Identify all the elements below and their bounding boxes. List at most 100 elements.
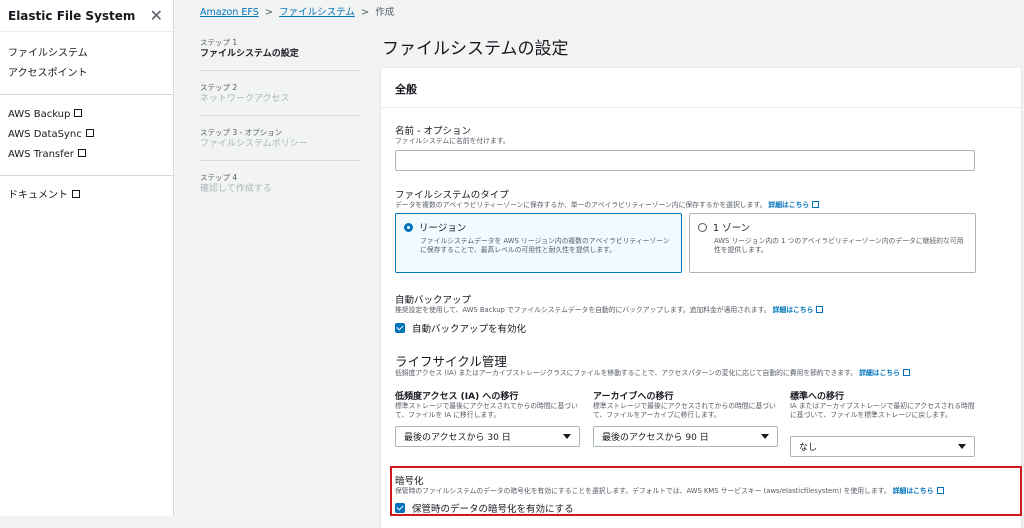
transition-standard-label: 標準への移行 (790, 392, 845, 402)
sidebar-item-aws-datasync[interactable]: AWS DataSync (0, 125, 173, 145)
encryption-label: 暗号化 (395, 476, 424, 487)
side-navigation: Elastic File System ✕ ファイルシステム アクセスポイント … (0, 0, 174, 516)
backup-checkbox-label: 自動バックアップを有効化 (412, 324, 527, 335)
backup-checkbox-row[interactable]: 自動バックアップを有効化 (395, 321, 823, 335)
caret-down-icon (958, 444, 966, 449)
option-description: AWS リージョン内の 1 つのアベイラビリティーゾーン内のデータに継続的な可用… (714, 237, 964, 254)
fs-type-desc-text: データを複数のアベイラビリティーゾーンに保存するか、単一のアベイラビリティーゾー… (395, 201, 767, 209)
transition-ia-description: 標準ストレージで最後にアクセスされてからの時間に基づいて、ファイルを IA に移… (395, 402, 578, 419)
encryption-checkbox-row[interactable]: 保管時のデータの暗号化を有効にする (395, 501, 944, 515)
transition-archive-label: アーカイブへの移行 (593, 392, 674, 402)
lifecycle-description: 低頻度アクセス (IA) またはアーカイブストレージクラスにファイルを移動するこ… (395, 369, 910, 378)
checkbox-checked-icon[interactable] (395, 323, 405, 333)
page-title: ファイルシステムの設定 (382, 39, 569, 59)
breadcrumb-separator: > (264, 7, 274, 18)
step-label: 確認して作成する (200, 184, 272, 194)
step-number: ステップ 1 (200, 38, 238, 47)
lifecycle-title: ライフサイクル管理 (395, 354, 507, 369)
external-link-icon (902, 369, 910, 376)
select-value: なし (799, 443, 818, 453)
step-number: ステップ 3 - オプション (200, 128, 283, 137)
sidebar-item-access-points[interactable]: アクセスポイント (0, 64, 173, 84)
select-value: 最後のアクセスから 90 日 (602, 433, 709, 443)
backup-desc-text: 推奨設定を使用して、AWS Backup でファイルシステムデータを自動的にバッ… (395, 306, 771, 314)
sidebar-title[interactable]: Elastic File System (8, 9, 135, 23)
backup-description: 推奨設定を使用して、AWS Backup でファイルシステムデータを自動的にバッ… (395, 306, 824, 315)
step-3: ステップ 3 - オプション ファイルシステムポリシー (200, 127, 360, 161)
encryption-field-group: 暗号化 保管時のファイルシステムのデータの暗号化を有効にすることを選択します。デ… (395, 473, 944, 515)
transition-standard-select[interactable]: なし (790, 436, 975, 457)
transition-archive-description: 標準ストレージで最後にアクセスされてからの時間に基づいて、ファイルをアーカイブに… (593, 402, 776, 419)
transition-archive-select[interactable]: 最後のアクセスから 90 日 (593, 426, 778, 447)
step-label: ネットワークアクセス (200, 94, 290, 104)
name-label: 名前 - オプション (395, 126, 471, 137)
checkbox-checked-icon[interactable] (395, 503, 405, 513)
panel-header: 全般 (381, 68, 1021, 108)
step-4: ステップ 4 確認して作成する (200, 172, 360, 205)
radio-selected-icon[interactable] (404, 222, 413, 232)
external-link-icon (77, 149, 86, 157)
sidebar-item-aws-backup[interactable]: AWS Backup (0, 105, 173, 125)
sidebar-item-label: AWS Transfer (8, 149, 74, 160)
transition-ia-label: 低頻度アクセス (IA) への移行 (395, 392, 519, 402)
name-input[interactable] (395, 150, 975, 171)
encryption-description: 保管時のファイルシステムのデータの暗号化を有効にすることを選択します。デフォルト… (395, 487, 944, 496)
step-number: ステップ 4 (200, 173, 238, 182)
transition-ia-select[interactable]: 最後のアクセスから 30 日 (395, 426, 580, 447)
sidebar-item-label: ドキュメント (8, 190, 68, 201)
breadcrumb-file-systems[interactable]: ファイルシステム (279, 7, 355, 18)
fs-type-description: データを複数のアベイラビリティーゾーンに保存するか、単一のアベイラビリティーゾー… (395, 201, 820, 210)
backup-field-group: 自動バックアップ 推奨設定を使用して、AWS Backup でファイルシステムデ… (395, 292, 824, 335)
caret-down-icon (761, 434, 769, 439)
select-value: 最後のアクセスから 30 日 (404, 433, 511, 443)
option-title: 1 ゾーン (713, 223, 751, 234)
sidebar-divider (0, 94, 173, 95)
breadcrumb-amazon-efs[interactable]: Amazon EFS (200, 7, 259, 18)
backup-label: 自動バックアップ (395, 295, 472, 306)
step-label: ファイルシステムの設定 (200, 49, 299, 59)
encryption-checkbox-label: 保管時のデータの暗号化を有効にする (412, 504, 574, 515)
fs-type-field-group: ファイルシステムのタイプ データを複数のアベイラビリティーゾーンに保存するか、単… (395, 187, 820, 210)
external-link-icon (936, 487, 944, 494)
breadcrumb-current: 作成 (375, 7, 395, 18)
sidebar-item-label: AWS DataSync (8, 129, 82, 140)
option-description: ファイルシステムデータを AWS リージョン内の複数のアベイラビリティーゾーンに… (420, 237, 670, 254)
name-field-group: 名前 - オプション ファイルシステムに名前を付けます。 (395, 123, 510, 146)
external-link-icon (85, 129, 94, 137)
transition-to-standard-group: 標準への移行 IA またはアーカイブストレージで最初にアクセスされる時間に基づい… (790, 389, 975, 420)
fs-type-option-one-zone[interactable]: 1 ゾーン AWS リージョン内の 1 つのアベイラビリティーゾーン内のデータに… (689, 213, 976, 273)
breadcrumb: Amazon EFS > ファイルシステム > 作成 (200, 4, 394, 18)
sidebar-item-label: AWS Backup (8, 109, 71, 120)
fs-type-label: ファイルシステムのタイプ (395, 190, 509, 201)
sidebar-item-file-systems[interactable]: ファイルシステム (0, 44, 173, 64)
radio-unselected-icon[interactable] (698, 222, 707, 232)
sidebar-header: Elastic File System ✕ (0, 0, 173, 32)
breadcrumb-separator: > (360, 7, 370, 18)
fs-type-learn-more-link[interactable]: 詳細はこちら (768, 201, 809, 209)
sidebar-divider (0, 175, 173, 176)
lifecycle-desc-text: 低頻度アクセス (IA) またはアーカイブストレージクラスにファイルを移動するこ… (395, 369, 858, 377)
encryption-desc-text: 保管時のファイルシステムのデータの暗号化を有効にすることを選択します。デフォルト… (395, 487, 891, 495)
transition-standard-description: IA またはアーカイブストレージで最初にアクセスされる時間に基づいて、ファイルを… (790, 402, 975, 419)
name-description: ファイルシステムに名前を付けます。 (395, 137, 510, 145)
encryption-learn-more-link[interactable]: 詳細はこちら (893, 487, 934, 495)
lifecycle-learn-more-link[interactable]: 詳細はこちら (859, 369, 900, 377)
option-title: リージョン (419, 223, 467, 234)
caret-down-icon (563, 434, 571, 439)
sidebar-item-documentation[interactable]: ドキュメント (0, 186, 173, 206)
external-link-icon (812, 201, 820, 208)
external-link-icon (74, 109, 83, 117)
external-link-icon (816, 306, 824, 313)
external-link-icon (72, 190, 80, 198)
sidebar-item-aws-transfer[interactable]: AWS Transfer (0, 145, 173, 165)
step-number: ステップ 2 (200, 83, 238, 92)
step-2: ステップ 2 ネットワークアクセス (200, 82, 360, 116)
fs-type-option-regional[interactable]: リージョン ファイルシステムデータを AWS リージョン内の複数のアベイラビリテ… (395, 213, 682, 273)
close-icon[interactable]: ✕ (150, 6, 163, 25)
backup-learn-more-link[interactable]: 詳細はこちら (773, 306, 814, 314)
step-1[interactable]: ステップ 1 ファイルシステムの設定 (200, 37, 360, 71)
step-label: ファイルシステムポリシー (200, 139, 308, 149)
transition-to-ia-group: 低頻度アクセス (IA) への移行 標準ストレージで最後にアクセスされてからの時… (395, 389, 580, 420)
wizard-steps: ステップ 1 ファイルシステムの設定 ステップ 2 ネットワークアクセス ステッ… (200, 37, 360, 216)
transition-to-archive-group: アーカイブへの移行 標準ストレージで最後にアクセスされてからの時間に基づいて、フ… (593, 389, 778, 420)
